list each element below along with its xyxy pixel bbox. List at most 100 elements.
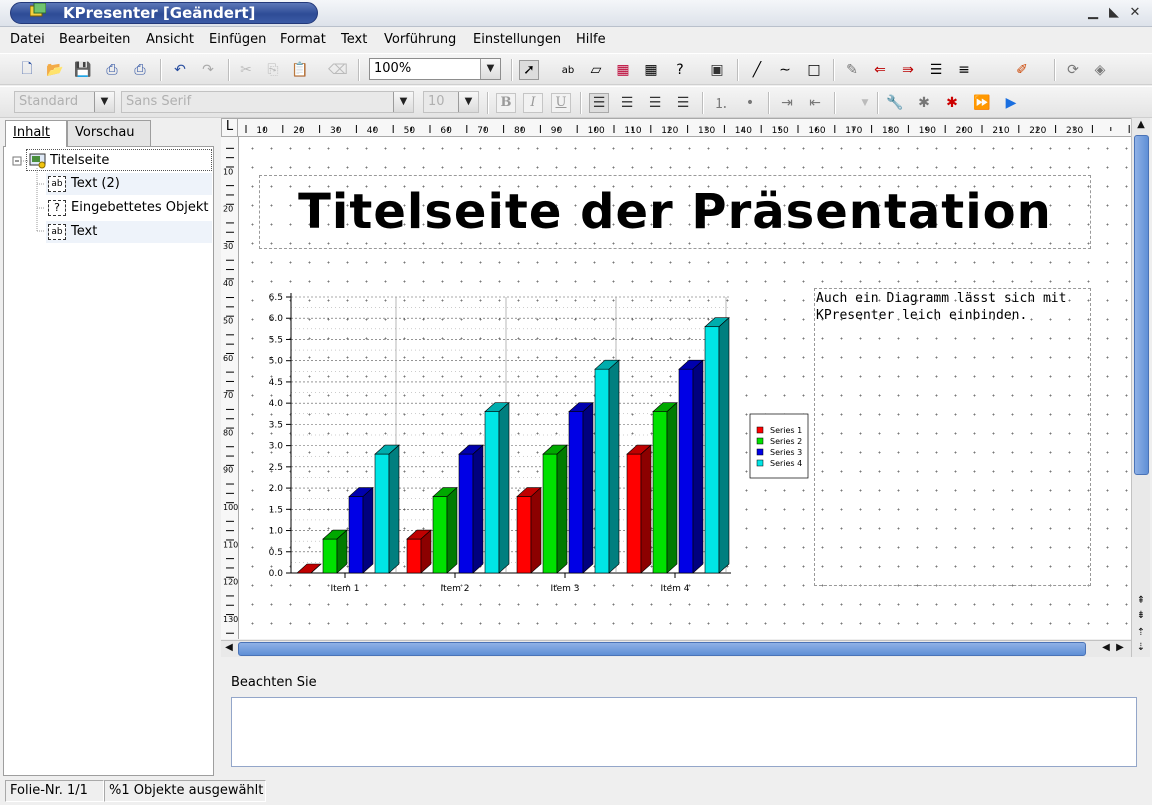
shadow-icon[interactable]: ◈	[1090, 60, 1110, 80]
open-folder-icon[interactable]: 📂	[45, 60, 65, 80]
print-icon[interactable]: ⎙	[102, 60, 122, 80]
scroll-up-small-icon[interactable]: ⇡	[1134, 627, 1148, 638]
horizontal-ruler[interactable]: 10 20 30 40 50 60 70 80 90 100 110 120 130 140 150 160 1…	[238, 118, 1131, 137]
embedded-chart[interactable]: 0.0 0.5 1.0 1.5 2.0 2.5 3.0 3.5 4.0 4.5 5.0 5.5 6.0 6…	[239, 137, 829, 607]
pen-tool-icon[interactable]: ✎	[842, 60, 862, 80]
bar-side	[718, 317, 730, 574]
select-pointer-icon[interactable]: ➚	[519, 60, 539, 80]
new-document-icon[interactable]: 🗋	[17, 60, 37, 80]
menu-ansicht[interactable]: Ansicht	[146, 32, 194, 47]
close-button[interactable]: ✕	[1127, 5, 1143, 21]
ruler-label: 70	[477, 126, 489, 136]
font-combo[interactable]: Sans Serif ▼	[121, 91, 414, 113]
clipart-tool-icon[interactable]: ▣	[707, 60, 727, 80]
scroll-right-icon[interactable]: ▶	[1113, 642, 1127, 653]
tab-vorschau[interactable]: Vorschau	[67, 120, 151, 146]
arrow-end-icon[interactable]: ⇛	[898, 60, 918, 80]
paste-icon[interactable]: 📋	[290, 60, 310, 80]
font-size-combo[interactable]: 10 ▼	[423, 91, 479, 113]
next-slide-scroll-icon[interactable]: ⇟	[1134, 610, 1148, 621]
vertical-ruler-scale: 10 20 30 40 50 60 70 80 90 100 110 120 130	[223, 147, 238, 634]
zoom-combo[interactable]: 100% ▼	[369, 58, 501, 80]
previous-slide-icon[interactable]: ⇞	[1134, 595, 1148, 606]
chevron-down-icon[interactable]: ▼	[94, 92, 114, 112]
vertical-scrollbar[interactable]: ▲ ⇞ ⇟ ⇡ ⇣	[1131, 118, 1150, 657]
redo-icon[interactable]: ↷	[198, 60, 218, 80]
print-preview-icon[interactable]: ⎙	[130, 60, 150, 80]
next-slide-icon[interactable]: ▶	[1001, 93, 1021, 113]
align-right-icon[interactable]: ☰	[645, 93, 665, 113]
ruler-corner-button[interactable]: L	[221, 118, 238, 137]
freehand-tool-icon[interactable]: ∼	[775, 60, 795, 80]
table-tool-icon[interactable]: ▦	[641, 60, 661, 80]
scroll-up-icon[interactable]: ▲	[1134, 119, 1148, 130]
style-combo[interactable]: Standard ▼	[14, 91, 115, 113]
italic-button[interactable]: I	[523, 93, 543, 113]
start-presentation-icon[interactable]: ⏩	[972, 93, 992, 113]
tree-item-text-2[interactable]: ab Text (2)	[46, 173, 212, 195]
legend-swatch	[756, 426, 764, 434]
cut-icon[interactable]: ✂	[236, 60, 256, 80]
configure-icon[interactable]: 🔧	[885, 93, 905, 113]
transition-icon[interactable]: ✱	[914, 93, 934, 113]
menu-einstellungen[interactable]: Einstellungen	[473, 32, 561, 47]
menu-bearbeiten[interactable]: Bearbeiten	[59, 32, 130, 47]
copy-icon[interactable]: ⎘	[263, 60, 283, 80]
maximize-button[interactable]: ◣	[1106, 5, 1122, 21]
bullet-list-icon[interactable]: •	[740, 93, 760, 113]
indent-decrease-icon[interactable]: ⇤	[805, 93, 825, 113]
picture-tool-icon[interactable]: ▦	[613, 60, 633, 80]
ruler-label: 20	[223, 205, 233, 214]
chevron-down-icon[interactable]: ▼	[393, 92, 413, 112]
delete-icon[interactable]: ⌫	[328, 60, 348, 80]
object-tool-icon[interactable]: ?	[670, 60, 690, 80]
text-tool-icon[interactable]: ab	[558, 60, 578, 80]
vertical-scroll-thumb[interactable]	[1134, 135, 1149, 475]
ruler-label: 180	[882, 126, 899, 136]
bold-button[interactable]: B	[496, 93, 516, 113]
menu-format[interactable]: Format	[280, 32, 326, 47]
chevron-down-icon[interactable]: ▼	[855, 93, 875, 113]
line-tool-icon[interactable]: ╱	[747, 60, 767, 80]
rotate-icon[interactable]: ⟳	[1063, 60, 1083, 80]
line-width-icon[interactable]: ≡	[954, 60, 974, 80]
save-icon[interactable]: 💾	[73, 60, 93, 80]
align-center-icon[interactable]: ☰	[617, 93, 637, 113]
horizontal-scrollbar[interactable]: ◀ ◀ ▶	[221, 640, 1131, 657]
line-style-icon[interactable]: ☰	[926, 60, 946, 80]
menu-datei[interactable]: Datei	[10, 32, 45, 47]
menu-text[interactable]: Text	[341, 32, 367, 47]
tab-inhalt[interactable]: Inhalt	[5, 120, 67, 147]
slide-text-frame[interactable]: Auch ein Diagramm lässt sich mit KPresen…	[814, 288, 1091, 586]
menu-einfuegen[interactable]: Einfügen	[209, 32, 266, 47]
tree-item-embedded-object[interactable]: ? Eingebettetes Objekt	[46, 197, 212, 219]
tree-item-titelseite[interactable]: Titelseite	[26, 149, 212, 171]
scroll-left-icon[interactable]: ◀	[222, 642, 236, 653]
scroll-left-small-icon[interactable]: ◀	[1099, 642, 1113, 653]
notes-editor[interactable]	[231, 697, 1137, 767]
text-object-icon: ab	[48, 224, 66, 240]
slide-canvas[interactable]: Titelseite der Präsentation 0.0 0.5 1.0 1.5…	[239, 137, 1131, 639]
menu-hilfe[interactable]: Hilfe	[576, 32, 606, 47]
menu-vorfuehrung[interactable]: Vorführung	[384, 32, 456, 47]
numbered-list-icon[interactable]: ⒈	[711, 93, 731, 113]
bar-side	[362, 486, 374, 574]
chevron-down-icon[interactable]: ▼	[480, 59, 500, 79]
shape-tool-icon[interactable]: ▱	[586, 60, 606, 80]
indent-increase-icon[interactable]: ⇥	[777, 93, 797, 113]
horizontal-scroll-thumb[interactable]	[238, 642, 1086, 656]
align-left-icon[interactable]: ☰	[589, 93, 609, 113]
effects-icon[interactable]: ✱	[942, 93, 962, 113]
undo-icon[interactable]: ↶	[170, 60, 190, 80]
chevron-down-icon[interactable]: ▼	[458, 92, 478, 112]
vertical-ruler[interactable]: 10 20 30 40 50 60 70 80 90 100 110 120 130	[221, 137, 239, 639]
minimize-button[interactable]: ▁	[1085, 5, 1101, 21]
align-justify-icon[interactable]: ☰	[673, 93, 693, 113]
arrow-line-icon[interactable]: ⇐	[870, 60, 890, 80]
tree-item-text[interactable]: ab Text	[46, 221, 212, 243]
underline-button[interactable]: U	[551, 93, 571, 113]
brush-color-icon[interactable]: ✐	[1012, 60, 1032, 80]
window-title-pill[interactable]: KPresenter [Geändert]	[10, 2, 318, 24]
scroll-down-icon[interactable]: ⇣	[1134, 642, 1148, 653]
rectangle-tool-icon[interactable]: □	[804, 60, 824, 80]
